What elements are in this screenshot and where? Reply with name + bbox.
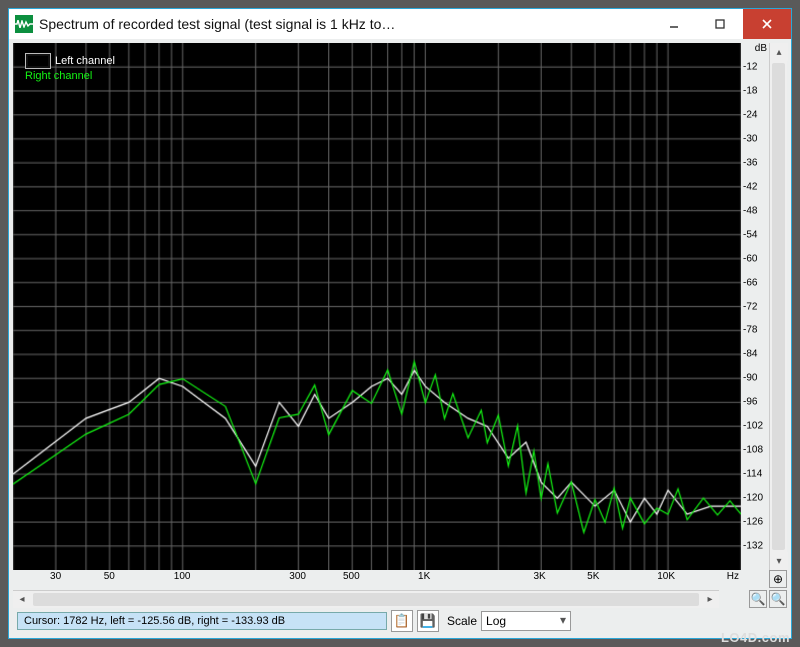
legend-left-label: Left channel	[55, 54, 115, 68]
mag-icon: 🔍	[751, 592, 766, 606]
x-tick: 500	[343, 571, 360, 582]
x-axis-row: Hz 30 50 100 300 500 1K 3K 5K 10K ⊕	[13, 570, 787, 590]
status-bar: Cursor: 1782 Hz, left = -125.56 dB, righ…	[13, 608, 787, 634]
scale-select[interactable]: Log	[481, 611, 571, 631]
cursor-readout: Cursor: 1782 Hz, left = -125.56 dB, righ…	[17, 612, 387, 630]
close-button[interactable]	[743, 9, 791, 39]
y-tick: -108	[743, 445, 763, 456]
scroll-thumb[interactable]	[33, 593, 699, 606]
x-tick: 10K	[657, 571, 675, 582]
y-axis-unit: dB	[755, 43, 767, 54]
window-title: Spectrum of recorded test signal (test s…	[39, 16, 651, 32]
minimize-button[interactable]	[651, 9, 697, 39]
y-tick: -54	[743, 229, 757, 240]
y-tick: -102	[743, 421, 763, 432]
scroll-right-icon[interactable]: ▸	[701, 591, 719, 608]
y-tick: -90	[743, 373, 757, 384]
legend-right-label: Right channel	[25, 69, 92, 83]
x-tick: 5K	[587, 571, 599, 582]
y-tick: -24	[743, 109, 757, 120]
y-tick: -96	[743, 397, 757, 408]
x-axis-unit: Hz	[727, 571, 739, 582]
y-tick: -36	[743, 157, 757, 168]
app-icon	[15, 15, 33, 33]
y-tick: -78	[743, 325, 757, 336]
save-icon: 💾	[420, 613, 436, 629]
window-buttons	[651, 9, 791, 39]
zoom-in-y-button[interactable]: ⊕	[769, 570, 787, 588]
legend-right: Right channel	[25, 69, 115, 83]
scroll-left-icon[interactable]: ◂	[13, 591, 31, 608]
legend-left: Left channel	[25, 53, 115, 69]
y-tick: -66	[743, 277, 757, 288]
y-tick: -114	[743, 469, 762, 480]
mag-icon: 🔍	[771, 592, 786, 606]
scale-label: Scale	[447, 614, 477, 628]
y-tick: -72	[743, 301, 757, 312]
zoom-in-x-button[interactable]: 🔍	[749, 590, 767, 608]
copy-button[interactable]: 📋	[391, 610, 413, 632]
y-tick: -126	[743, 517, 763, 528]
x-tick: 300	[289, 571, 306, 582]
watermark: LO4D.com	[721, 630, 790, 645]
y-tick: -18	[743, 85, 757, 96]
legend-swatch-icon	[25, 53, 51, 69]
x-tick: 3K	[533, 571, 545, 582]
scroll-down-icon[interactable]: ▾	[770, 552, 788, 570]
y-tick: -30	[743, 133, 757, 144]
y-axis: dB -12 -18 -24 -30 -36 -42 -48 -54 -60 -66 -72 -78 -…	[741, 43, 769, 570]
titlebar[interactable]: Spectrum of recorded test signal (test s…	[9, 9, 791, 39]
y-tick: -132	[743, 541, 763, 552]
save-button[interactable]: 💾	[417, 610, 439, 632]
scroll-up-icon[interactable]: ▴	[770, 43, 788, 61]
zoom-out-x-button[interactable]: 🔍	[769, 590, 787, 608]
scroll-thumb[interactable]	[772, 63, 785, 550]
x-tick: 100	[174, 571, 191, 582]
y-tick: -84	[743, 349, 757, 360]
legend: Left channel Right channel	[25, 53, 115, 83]
y-tick: -120	[743, 493, 763, 504]
scale-value: Log	[486, 614, 506, 628]
y-tick: -42	[743, 181, 757, 192]
x-tick: 50	[104, 571, 115, 582]
content-area: Left channel Right channel dB -12 -18 -24 -…	[9, 39, 791, 638]
horizontal-scrollbar[interactable]: ◂ ▸	[13, 590, 719, 608]
hscroll-row: ◂ ▸ 🔍 🔍	[13, 590, 787, 608]
plot-area: Left channel Right channel dB -12 -18 -24 -…	[13, 43, 787, 570]
zoom-in-icon: ⊕	[773, 572, 783, 586]
y-tick: -12	[743, 61, 757, 72]
x-tick: 30	[50, 571, 61, 582]
maximize-button[interactable]	[697, 9, 743, 39]
y-tick: -48	[743, 205, 757, 216]
x-tick: 1K	[418, 571, 430, 582]
vertical-scrollbar[interactable]: ▴ ▾	[769, 43, 787, 570]
spectrum-plot[interactable]: Left channel Right channel	[13, 43, 741, 570]
app-window: Spectrum of recorded test signal (test s…	[8, 8, 792, 639]
y-tick: -60	[743, 253, 757, 264]
x-axis: Hz 30 50 100 300 500 1K 3K 5K 10K	[13, 570, 739, 590]
